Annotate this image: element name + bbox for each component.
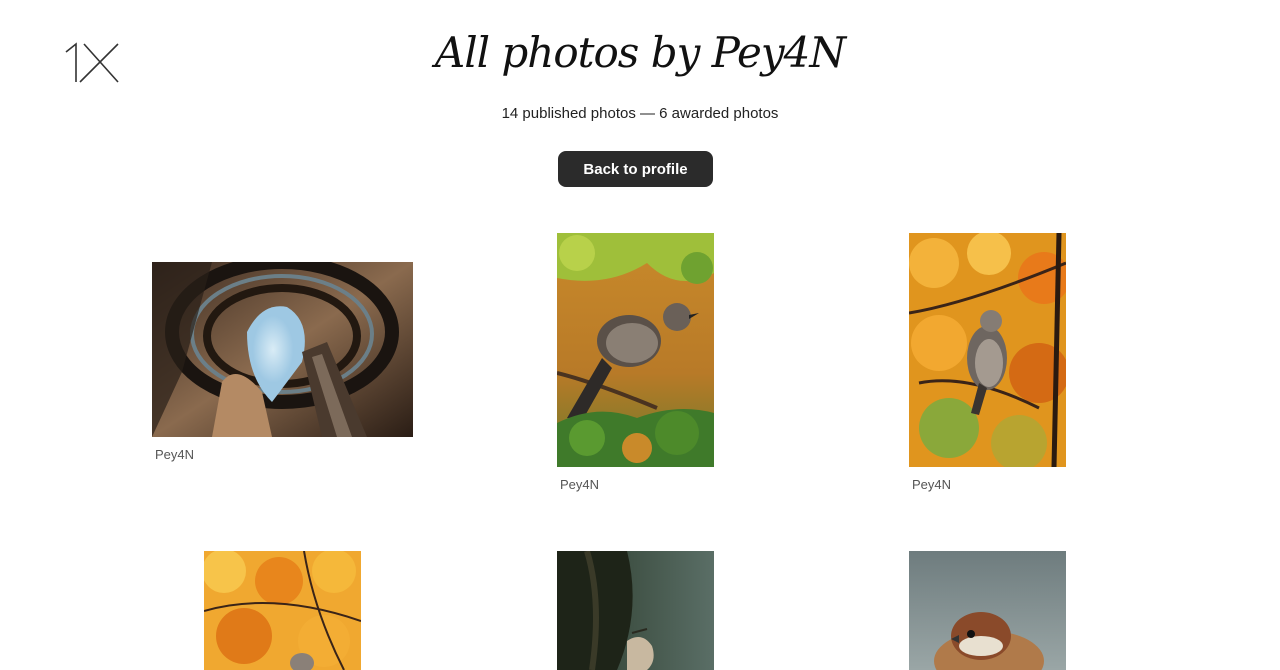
photo-thumbnail[interactable] — [204, 551, 361, 670]
page-title: All photos by Pey4N — [434, 28, 846, 77]
photo-card[interactable]: Pey4N — [557, 233, 714, 492]
photo-author[interactable]: Pey4N — [557, 477, 714, 492]
photo-author[interactable]: Pey4N — [152, 447, 413, 462]
photo-thumbnail[interactable] — [909, 551, 1066, 670]
photo-thumbnail[interactable] — [152, 262, 413, 437]
back-to-profile-button[interactable]: Back to profile — [558, 151, 713, 187]
page: All photos by Pey4N 14 published photos … — [0, 0, 1280, 670]
photo-count-summary: 14 published photos — 6 awarded photos — [501, 105, 779, 122]
photo-thumbnail[interactable] — [557, 551, 714, 670]
photo-thumbnail[interactable] — [557, 233, 714, 467]
photo-card[interactable] — [909, 551, 1066, 670]
photo-card[interactable]: Pey4N — [152, 262, 413, 462]
photo-card[interactable] — [204, 551, 361, 670]
photo-thumbnail[interactable] — [909, 233, 1066, 467]
photo-card[interactable]: Pey4N — [909, 233, 1066, 492]
photo-author[interactable]: Pey4N — [909, 477, 1066, 492]
photo-card[interactable] — [557, 551, 714, 670]
